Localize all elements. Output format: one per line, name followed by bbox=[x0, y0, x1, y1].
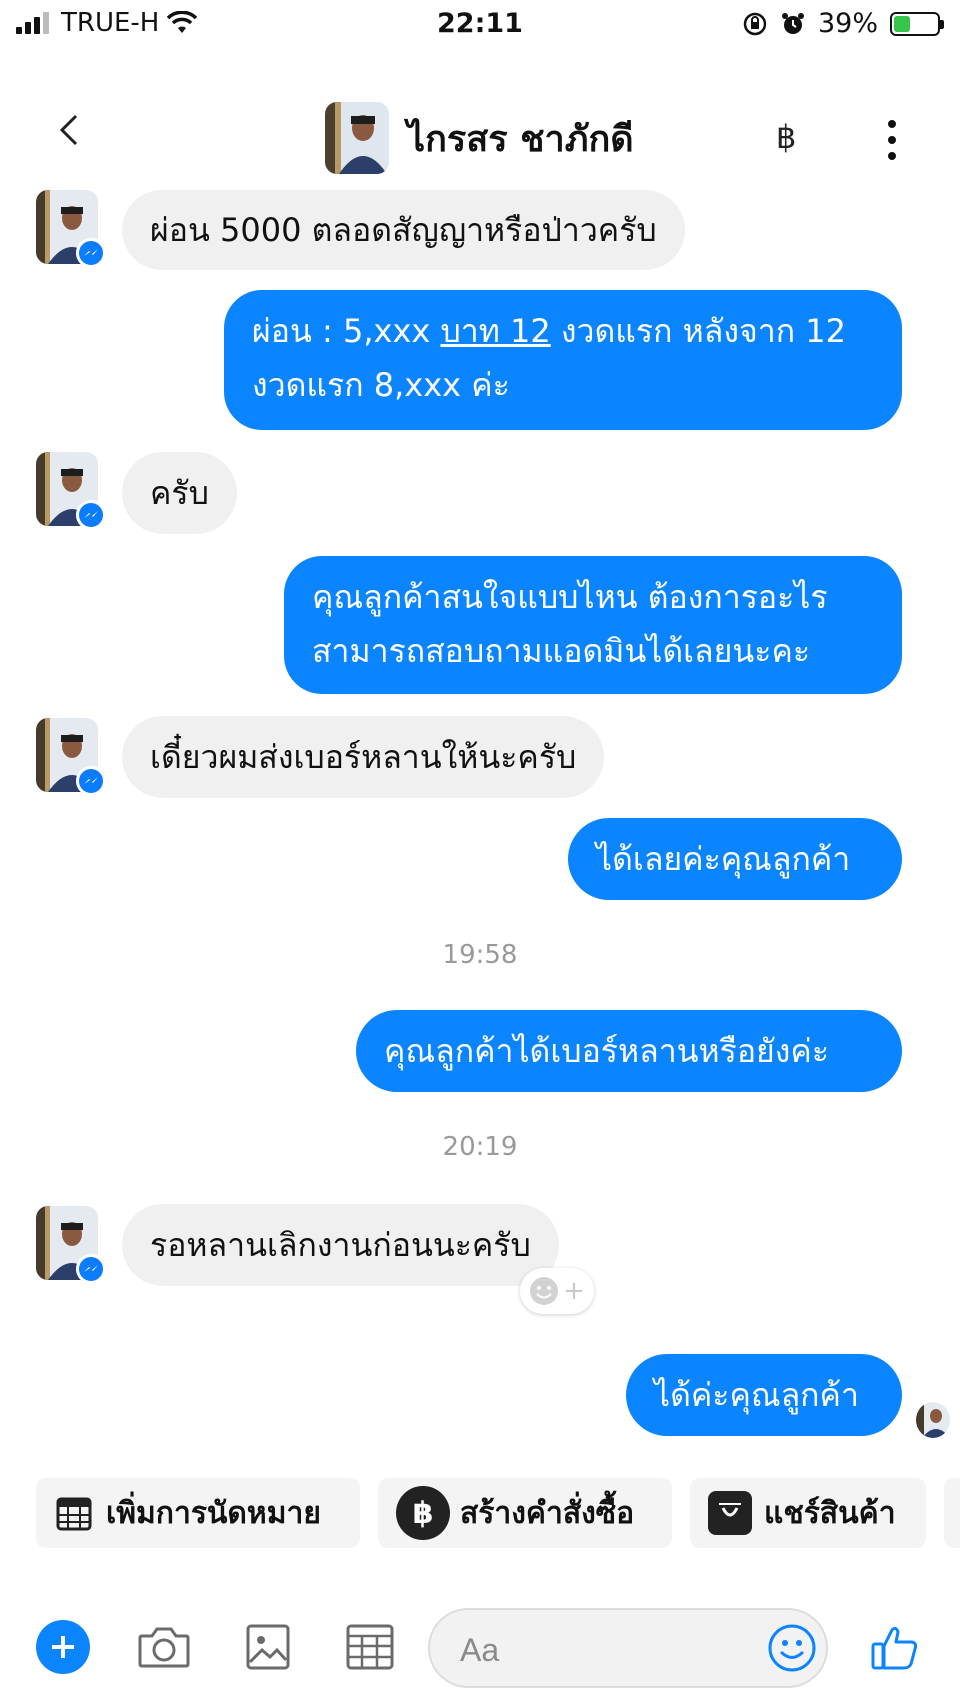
message-bubble-outgoing[interactable]: ผ่อน : 5,xxx บาท 12 งวดแรก หลังจาก 12 งว… bbox=[224, 290, 902, 430]
message-text-line: งวดแรก 8,xxx ค่ะ bbox=[252, 366, 510, 404]
add-appointment-button[interactable]: เพิ่มการนัดหมาย bbox=[36, 1478, 360, 1548]
message-bubble-outgoing[interactable]: ได้เลยค่ะคุณลูกค้า bbox=[568, 818, 902, 900]
sender-avatar[interactable] bbox=[36, 190, 106, 268]
message-text: รอหลานเลิกงานก่อนนะครับ bbox=[150, 1226, 531, 1264]
message-bubble-incoming[interactable]: รอหลานเลิกงานก่อนนะครับ bbox=[122, 1204, 559, 1286]
baht-link[interactable]: บาท 12 bbox=[440, 312, 550, 350]
read-receipt-avatar bbox=[916, 1402, 950, 1438]
emoji-icon[interactable] bbox=[767, 1623, 817, 1673]
add-reaction-button[interactable]: + bbox=[520, 1268, 594, 1314]
message-text: คุณลูกค้าได้เบอร์หลานหรือยังค่ะ bbox=[384, 1032, 829, 1070]
quick-actions: เพิ่มการนัดหมาย ฿ สร้างคำสั่งซื้อ แชร์สิ… bbox=[0, 1478, 960, 1550]
message-text: ผ่อน 5000 ตลอดสัญญาหรือป่าวครับ bbox=[150, 211, 657, 249]
calendar-icon[interactable] bbox=[342, 1620, 398, 1674]
message-bubble-incoming[interactable]: เดี๋ยวผมส่งเบอร์หลานให้นะครับ bbox=[122, 716, 605, 798]
camera-icon[interactable] bbox=[136, 1620, 192, 1674]
messenger-badge-icon bbox=[76, 766, 106, 796]
timestamp: 20:19 bbox=[442, 1132, 518, 1162]
create-order-button[interactable]: ฿ สร้างคำสั่งซื้อ bbox=[378, 1478, 672, 1548]
messenger-badge-icon bbox=[76, 1254, 106, 1284]
message-list: ผ่อน 5000 ตลอดสัญญาหรือป่าวครับ ผ่อน : 5… bbox=[0, 0, 960, 1480]
message-input-container bbox=[428, 1608, 828, 1688]
thumbs-up-icon[interactable] bbox=[870, 1622, 920, 1672]
messenger-badge-icon bbox=[76, 238, 106, 268]
sender-avatar[interactable] bbox=[36, 718, 106, 796]
plus-icon: + bbox=[563, 1276, 585, 1306]
message-text: ผ่อน : 5,xxx บาท 12 งวดแรก หลังจาก 12 bbox=[252, 304, 874, 358]
quick-action-label: สร้างคำสั่งซื้อ bbox=[460, 1495, 635, 1531]
message-bubble-outgoing[interactable]: คุณลูกค้าสนใจแบบไหน ต้องการอะไร สามารถสอ… bbox=[284, 556, 902, 694]
more-quick-actions[interactable] bbox=[944, 1478, 960, 1548]
add-attachment-button[interactable] bbox=[36, 1620, 90, 1674]
message-text-line: สามารถสอบถามแอดมินได้เลยนะคะ bbox=[312, 632, 811, 670]
message-bubble-outgoing[interactable]: คุณลูกค้าได้เบอร์หลานหรือยังค่ะ bbox=[356, 1010, 902, 1092]
messenger-badge-icon bbox=[76, 500, 106, 530]
message-text-part: ผ่อน : 5,xxx bbox=[252, 312, 441, 350]
message-bubble-incoming[interactable]: ผ่อน 5000 ตลอดสัญญาหรือป่าวครับ bbox=[122, 190, 685, 270]
message-bubble-outgoing[interactable]: ได้ค่ะคุณลูกค้า bbox=[626, 1354, 902, 1436]
shopping-bag-icon bbox=[708, 1491, 752, 1535]
message-text: ครับ bbox=[150, 474, 209, 512]
message-bubble-incoming[interactable]: ครับ bbox=[122, 452, 237, 534]
timestamp: 19:58 bbox=[442, 940, 518, 970]
message-composer bbox=[0, 1600, 960, 1694]
quick-action-label: เพิ่มการนัดหมาย bbox=[106, 1495, 321, 1531]
message-input[interactable] bbox=[460, 1628, 720, 1672]
message-text-part: งวดแรก หลังจาก 12 bbox=[550, 312, 846, 350]
plus-icon bbox=[52, 1636, 74, 1658]
sender-avatar[interactable] bbox=[36, 1206, 106, 1284]
message-text: เดี๋ยวผมส่งเบอร์หลานให้นะครับ bbox=[150, 738, 577, 776]
sender-avatar[interactable] bbox=[36, 452, 106, 530]
message-text: ได้ค่ะคุณลูกค้า bbox=[654, 1376, 859, 1414]
calendar-icon bbox=[54, 1493, 94, 1533]
quick-action-label: แชร์สินค้า bbox=[764, 1495, 896, 1531]
message-text: ได้เลยค่ะคุณลูกค้า bbox=[596, 840, 851, 878]
smiley-icon bbox=[530, 1277, 559, 1305]
message-text-line: คุณลูกค้าสนใจแบบไหน ต้องการอะไร bbox=[312, 578, 828, 616]
baht-icon: ฿ bbox=[396, 1486, 450, 1540]
gallery-icon[interactable] bbox=[240, 1620, 296, 1674]
share-product-button[interactable]: แชร์สินค้า bbox=[690, 1478, 926, 1548]
